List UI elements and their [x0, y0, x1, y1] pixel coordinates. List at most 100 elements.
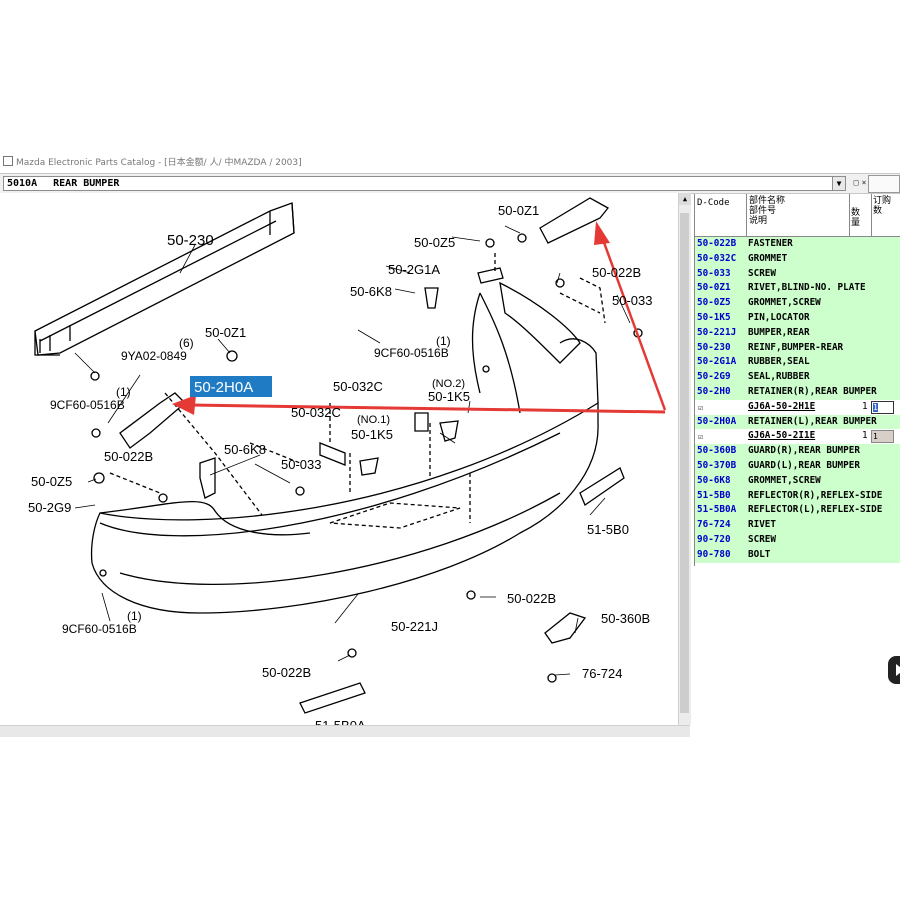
- callout-50-221j[interactable]: 50-221J: [391, 619, 438, 634]
- parts-row[interactable]: 90-720 SCREW: [695, 532, 900, 548]
- part-number[interactable]: GJ6A-50-2H1E: [748, 400, 815, 415]
- header-quantity[interactable]: 数量: [851, 208, 867, 228]
- highlight-callout-label[interactable]: 50-2H0A: [194, 379, 253, 396]
- parts-list-rows: 50-022B FASTENER 50-032C GROMMET 50-033 SCREW…: [695, 237, 900, 563]
- toolbar: 5010A REAR BUMPER ▼ □ ×: [0, 173, 900, 194]
- callout-50-022b-left[interactable]: 50-022B: [104, 449, 153, 464]
- parts-row-description: REFLECTOR(R),REFLEX-SIDE: [748, 489, 883, 501]
- parts-row-dcode: 50-032C: [697, 252, 737, 264]
- callout-50-032c-a[interactable]: 50-032C: [333, 379, 383, 394]
- callout-50-6k8-mid[interactable]: 50-6K8: [224, 442, 266, 457]
- parts-subrow[interactable]: ☑ GJ6A-50-2H1E 1 1: [695, 399, 900, 415]
- parts-row[interactable]: 50-360B GUARD(R),REAR BUMPER: [695, 444, 900, 459]
- header-description[interactable]: 说明: [749, 216, 785, 226]
- parts-row-description: RETAINER(L),REAR BUMPER: [748, 415, 877, 427]
- play-icon: [896, 664, 900, 676]
- diagram-vertical-scrollbar[interactable]: ▲: [678, 193, 691, 725]
- parts-row-dcode: 50-2H0: [697, 385, 731, 397]
- parts-row[interactable]: 50-370B GUARD(L),REAR BUMPER: [695, 458, 900, 474]
- callout-50-6k8-top[interactable]: 50-6K8: [350, 284, 392, 299]
- chevron-down-icon[interactable]: ▼: [832, 176, 846, 191]
- parts-row[interactable]: 50-022B FASTENER: [695, 237, 900, 252]
- parts-list-panel: D-Code 部件名称 部件号 说明 数量 订购数 50-022B FASTENE…: [694, 194, 900, 566]
- parts-row[interactable]: 90-780 BOLT: [695, 547, 900, 563]
- parts-row-description: SEAL,RUBBER: [748, 371, 810, 383]
- parts-row[interactable]: 50-2G1A RUBBER,SEAL: [695, 355, 900, 371]
- parts-row[interactable]: 51-5B0A REFLECTOR(L),REFLEX-SIDE: [695, 503, 900, 519]
- parts-row[interactable]: 50-2G9 SEAL,RUBBER: [695, 370, 900, 385]
- callout-50-2g1a[interactable]: 50-2G1A: [388, 262, 440, 277]
- parts-diagram[interactable]: 50-2H0A 50-230 50-0Z1 50-0Z5 50-2G1A 50-…: [0, 193, 690, 735]
- order-quantity-value: 1: [873, 402, 878, 412]
- callout-50-033-mid[interactable]: 50-033: [281, 457, 321, 472]
- section-select[interactable]: 5010A REAR BUMPER: [3, 176, 845, 191]
- select-checkbox[interactable]: ☑: [698, 401, 703, 415]
- parts-row[interactable]: 50-1K5 PIN,LOCATOR: [695, 310, 900, 326]
- parts-row-dcode: 51-5B0: [697, 489, 731, 501]
- callout-50-360b[interactable]: 50-360B: [601, 611, 650, 626]
- callout-50-0z1-left[interactable]: 50-0Z1: [205, 325, 246, 340]
- parts-row[interactable]: 50-2H0A RETAINER(L),REAR BUMPER: [695, 414, 900, 430]
- parts-subrow[interactable]: ☑ GJ6A-50-2I1E 1 1: [695, 429, 900, 445]
- callout-76-724[interactable]: 76-724: [582, 666, 622, 681]
- callout-9cf60-top[interactable]: 9CF60-0516B: [374, 346, 449, 360]
- callout-50-1k5-a[interactable]: 50-1K5: [428, 389, 470, 404]
- parts-list-header: D-Code 部件名称 部件号 说明 数量 订购数: [695, 194, 900, 237]
- callout-50-022b-bottom[interactable]: 50-022B: [262, 665, 311, 680]
- header-divider: [746, 194, 747, 236]
- parts-row[interactable]: 50-0Z1 RIVET,BLIND-NO. PLATE: [695, 281, 900, 297]
- parts-row-description: RETAINER(R),REAR BUMPER: [748, 385, 877, 397]
- callout-50-0z1-top[interactable]: 50-0Z1: [498, 203, 539, 218]
- parts-row-dcode: 50-022B: [697, 238, 737, 249]
- parts-row-dcode: 90-720: [697, 533, 731, 545]
- order-quantity-input[interactable]: 1: [871, 400, 894, 414]
- parts-row-dcode: 50-221J: [697, 326, 737, 338]
- parts-row-dcode: 50-2H0A: [697, 415, 737, 427]
- toolbar-button[interactable]: [868, 175, 900, 193]
- callout-50-022b-tr[interactable]: 50-022B: [592, 265, 641, 280]
- diagram-horizontal-scrollbar[interactable]: [0, 725, 690, 737]
- parts-row[interactable]: 76-724 RIVET: [695, 518, 900, 533]
- parts-row-description: GUARD(L),REAR BUMPER: [748, 459, 860, 471]
- parts-row[interactable]: 50-221J BUMPER,REAR: [695, 325, 900, 341]
- parts-row-dcode: 50-0Z1: [697, 282, 731, 294]
- header-part-name[interactable]: 部件名称: [749, 196, 785, 206]
- callout-51-5b0[interactable]: 51-5B0: [587, 522, 629, 537]
- parts-row[interactable]: 51-5B0 REFLECTOR(R),REFLEX-SIDE: [695, 488, 900, 504]
- callout-50-033-tr[interactable]: 50-033: [612, 293, 652, 308]
- callout-9ya02-0849[interactable]: 9YA02-0849: [121, 349, 187, 363]
- part-quantity: 1: [862, 430, 868, 442]
- callout-50-0z5-left[interactable]: 50-0Z5: [31, 474, 72, 489]
- callout-50-230[interactable]: 50-230: [167, 232, 214, 249]
- header-part-number[interactable]: 部件号: [749, 206, 785, 216]
- callout-50-1k5-b[interactable]: 50-1K5: [351, 427, 393, 442]
- parts-row[interactable]: 50-230 REINF,BUMPER-REAR: [695, 340, 900, 356]
- callout-50-0z5-top[interactable]: 50-0Z5: [414, 235, 455, 250]
- header-names: 部件名称 部件号 说明: [749, 196, 785, 226]
- window-title: Mazda Electronic Parts Catalog - [日本金额/ …: [16, 158, 302, 168]
- part-number[interactable]: GJ6A-50-2I1E: [748, 429, 815, 444]
- header-order-qty[interactable]: 订购数: [873, 196, 891, 216]
- parts-row[interactable]: 50-033 SCREW: [695, 266, 900, 282]
- callout-9cf60-bottom[interactable]: 9CF60-0516B: [62, 622, 137, 636]
- section-code: 5010A: [7, 178, 38, 189]
- scroll-up-icon[interactable]: ▲: [679, 193, 691, 205]
- parts-row[interactable]: 50-0Z5 GROMMET,SCREW: [695, 296, 900, 311]
- app-icon: [3, 156, 13, 166]
- callout-50-2g9[interactable]: 50-2G9: [28, 500, 71, 515]
- select-checkbox[interactable]: ☑: [698, 430, 703, 444]
- order-quantity-input[interactable]: 1: [871, 430, 894, 444]
- parts-row[interactable]: 50-2H0 RETAINER(R),REAR BUMPER: [695, 384, 900, 400]
- parts-row[interactable]: 50-6K8 GROMMET,SCREW: [695, 473, 900, 489]
- parts-row[interactable]: 50-032C GROMMET: [695, 251, 900, 267]
- callout-50-022b-br[interactable]: 50-022B: [507, 591, 556, 606]
- callout-labels: 50-230 50-0Z1 50-0Z5 50-2G1A 50-6K8 50-0…: [28, 203, 652, 733]
- header-dcode[interactable]: D-Code: [697, 198, 730, 208]
- callout-50-032c-b[interactable]: 50-032C: [291, 405, 341, 420]
- floating-play-button[interactable]: [888, 656, 900, 684]
- callout-no1: (NO.1): [357, 414, 390, 426]
- callout-9cf60-left[interactable]: 9CF60-0516B: [50, 398, 125, 412]
- parts-row-dcode: 50-0Z5: [697, 297, 731, 309]
- scroll-thumb[interactable]: [680, 213, 689, 713]
- parts-row-dcode: 50-2G1A: [697, 356, 737, 368]
